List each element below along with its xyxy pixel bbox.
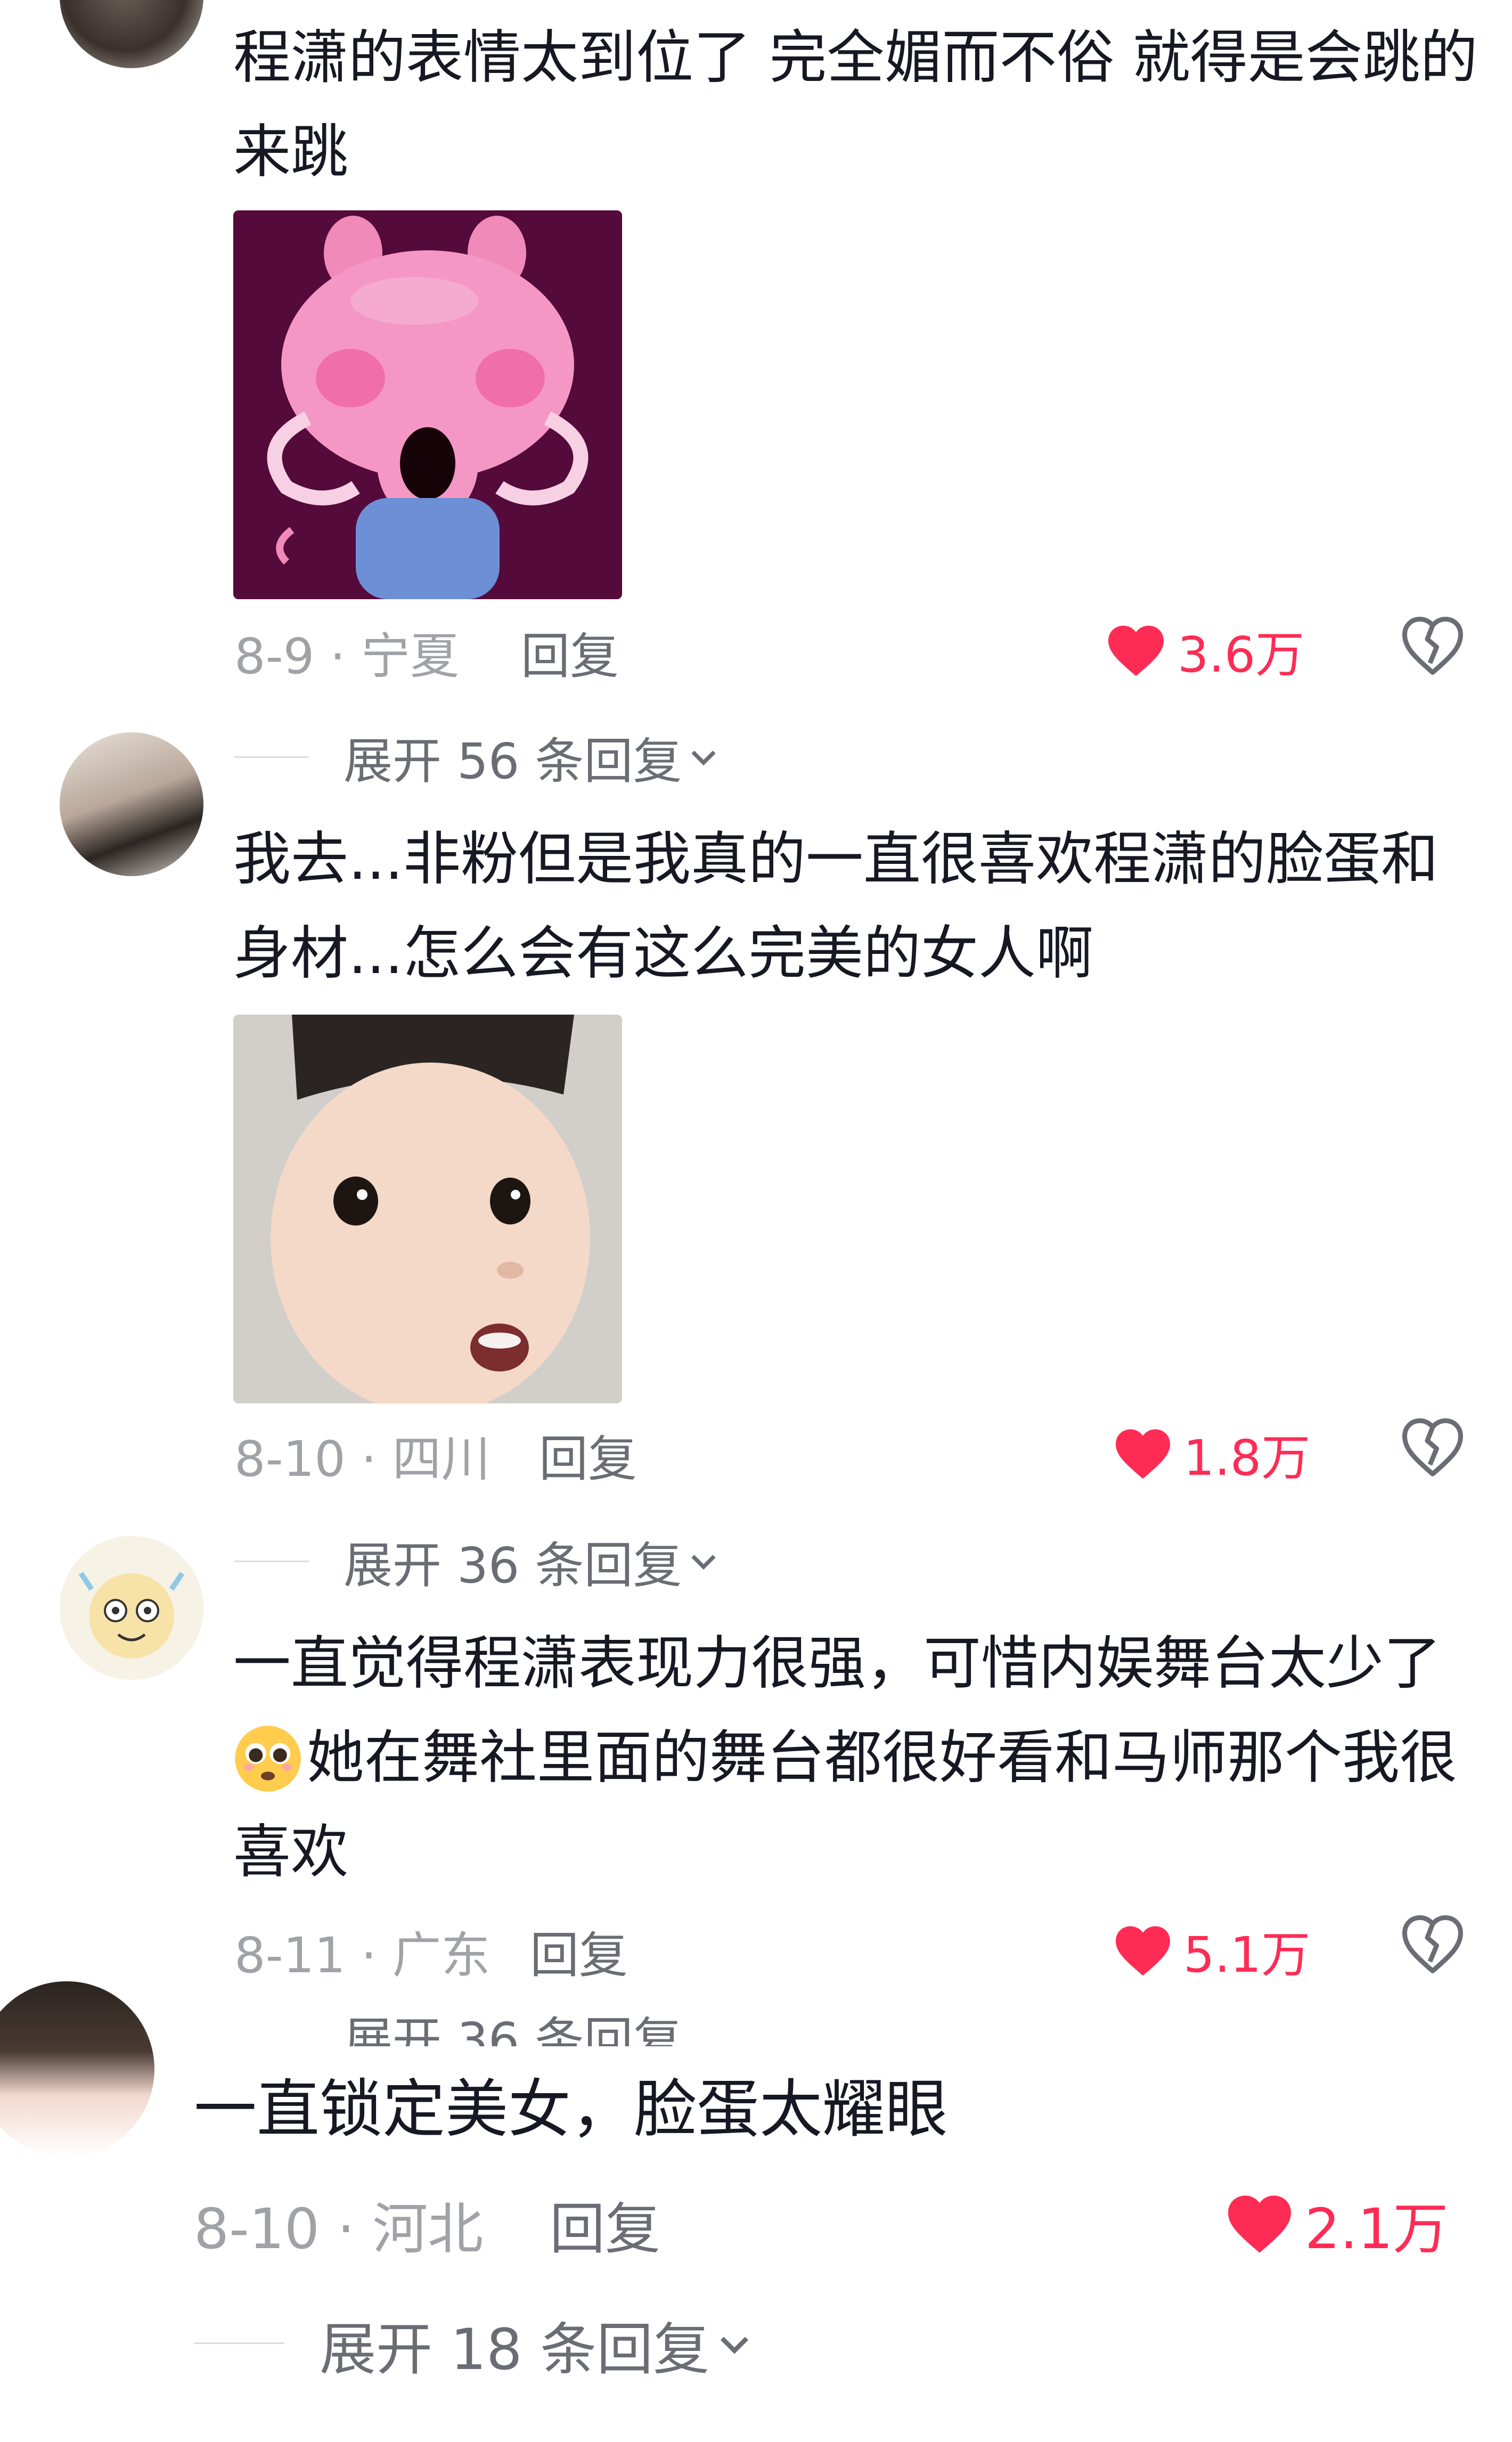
commenter-avatar[interactable] bbox=[60, 1536, 203, 1680]
expand-replies-button-partial[interactable]: 展开 36 条回复 bbox=[344, 2014, 682, 2046]
reply-button[interactable]: 回复 bbox=[521, 617, 619, 688]
expand-replies-button[interactable]: 展开 56 条回复 bbox=[344, 722, 720, 793]
commenter-avatar[interactable] bbox=[60, 0, 203, 68]
reply-button[interactable]: 回复 bbox=[550, 2184, 660, 2264]
like-count: 5.1万 bbox=[1183, 1926, 1311, 1983]
comment-date-location: 8-10 · 河北 bbox=[194, 2196, 484, 2261]
chevron-down-icon bbox=[691, 750, 716, 765]
chevron-down-icon bbox=[691, 1554, 716, 1570]
like-button[interactable]: 3.6万 bbox=[1105, 615, 1304, 686]
comment-text: 我去...非粉但是我真的一直很喜欢程潇的脸蛋和 身材...怎么会有这么完美的女人… bbox=[233, 826, 1439, 987]
comment-text: 一直锁定美女，脸蛋太耀眼 bbox=[194, 2072, 949, 2146]
comment-text: 一直觉得程潇表现力很强，可惜内娱舞台太少了 她在舞社里面的舞台都很好看和马师那个… bbox=[233, 1630, 1458, 1885]
sticker-image[interactable] bbox=[233, 1015, 622, 1403]
comment-text: 程潇的表情太到位了 完全媚而不俗 就得是会跳的 来跳 bbox=[233, 24, 1478, 185]
sticker-image[interactable] bbox=[233, 210, 622, 599]
comment-date-location: 8-11 · 广东 bbox=[234, 1927, 491, 1984]
heart-icon bbox=[1108, 625, 1164, 676]
dislike-icon[interactable] bbox=[1401, 1914, 1465, 1975]
expand-replies-button[interactable]: 展开 36 条回复 bbox=[344, 1526, 720, 1597]
like-count: 1.8万 bbox=[1183, 1430, 1311, 1487]
peppa-pig-sticker bbox=[233, 210, 622, 599]
baby-face-sticker bbox=[233, 1015, 622, 1403]
dislike-icon[interactable] bbox=[1401, 1417, 1465, 1478]
chevron-down-icon bbox=[721, 2337, 749, 2354]
expand-divider bbox=[234, 756, 309, 758]
heart-icon bbox=[1116, 1429, 1170, 1479]
like-count: 3.6万 bbox=[1178, 626, 1305, 683]
expand-divider bbox=[234, 1561, 309, 1562]
comment-date-location: 8-10 · 四川 bbox=[234, 1431, 491, 1488]
comment-date-location: 8-9 · 宁夏 bbox=[234, 628, 459, 685]
expand-replies-button[interactable]: 展开 18 条回复 bbox=[320, 2304, 753, 2386]
cartoon-avatar bbox=[60, 1536, 203, 1680]
reply-button[interactable]: 回复 bbox=[539, 1419, 637, 1490]
like-button[interactable]: 2.1万 bbox=[1225, 2184, 1448, 2264]
like-button[interactable]: 5.1万 bbox=[1113, 1915, 1310, 1986]
like-button[interactable]: 1.8万 bbox=[1113, 1418, 1310, 1489]
like-count: 2.1万 bbox=[1305, 2196, 1449, 2261]
expand-divider bbox=[194, 2342, 284, 2344]
heart-icon bbox=[1116, 1926, 1170, 1975]
dislike-icon[interactable] bbox=[1401, 615, 1465, 676]
pleading-face-emoji bbox=[235, 1726, 301, 1792]
heart-icon bbox=[1228, 2195, 1291, 2253]
reply-button[interactable]: 回复 bbox=[530, 1916, 628, 1987]
commenter-avatar[interactable] bbox=[60, 732, 203, 876]
